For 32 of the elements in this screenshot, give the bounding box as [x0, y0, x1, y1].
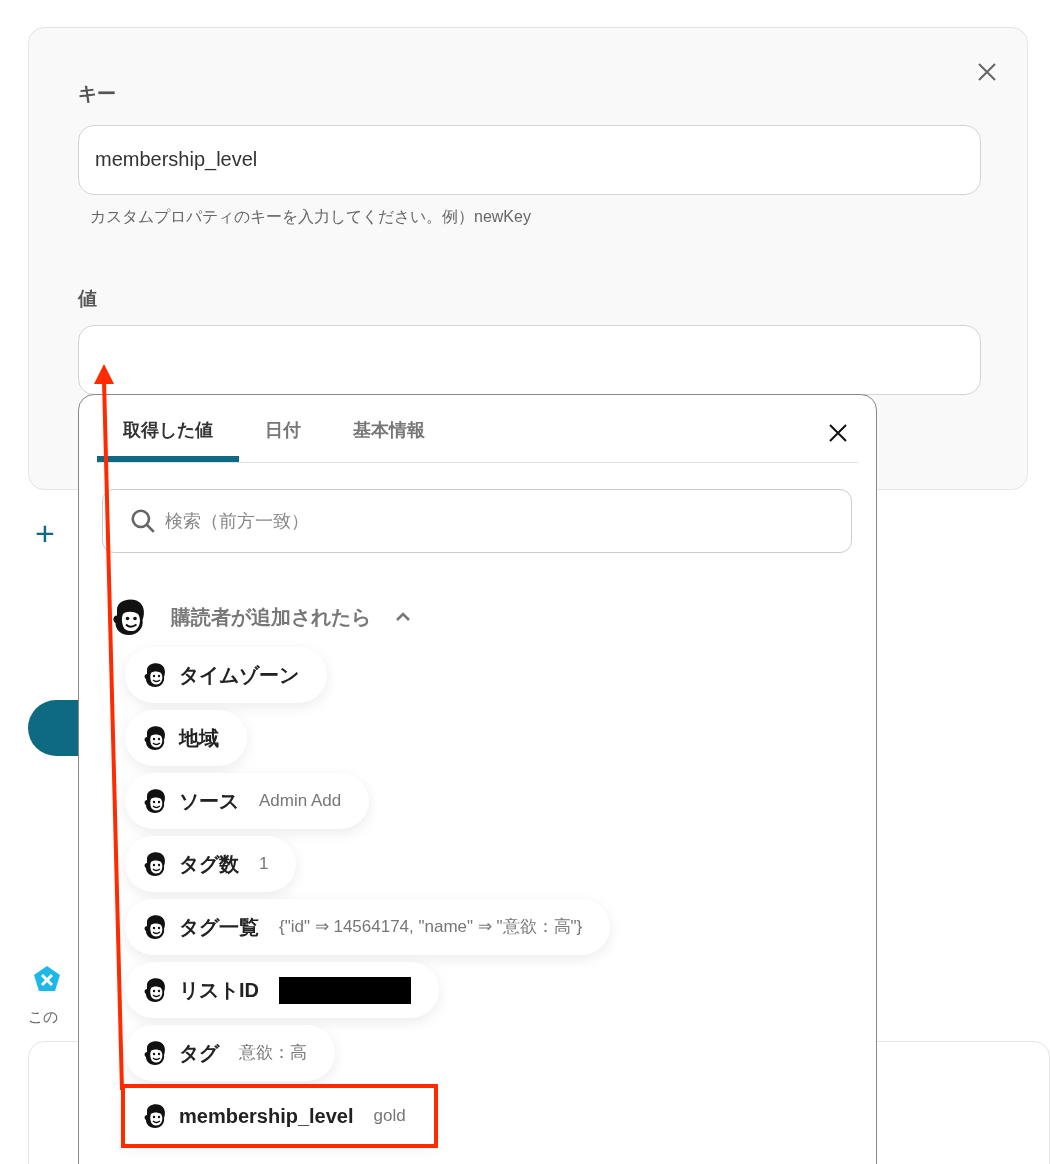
monkey-icon [143, 725, 167, 751]
value-chip[interactable]: タグ一覧 {"id" ⇒ 14564174, "name" ⇒ "意欲：高"} [125, 899, 611, 955]
value-chip[interactable]: タグ 意欲：高 [125, 1025, 335, 1081]
monkey-icon [143, 914, 167, 940]
value-chip[interactable]: タグ数 1 [125, 836, 297, 892]
monkey-icon [111, 597, 147, 637]
chevron-up-icon[interactable] [395, 612, 411, 622]
monkey-icon [143, 788, 167, 814]
key-field[interactable]: membership_level [78, 124, 981, 195]
value-chip[interactable]: タイムゾーン [125, 647, 327, 703]
primary-button[interactable] [28, 700, 78, 756]
value-chip[interactable]: ソース Admin Add [125, 773, 370, 829]
field-label: 値 [78, 286, 97, 311]
tab[interactable]: 日付 [239, 394, 327, 462]
monkey-icon [143, 851, 167, 877]
monkey-icon [143, 1103, 167, 1129]
tab[interactable]: 基本情報 [327, 394, 451, 462]
search-field[interactable]: 検索（前方一致） [102, 489, 852, 553]
monkey-icon [143, 977, 167, 1003]
add-button[interactable]: + [34, 516, 56, 550]
value-chip[interactable]: リストID [125, 962, 439, 1018]
tab[interactable]: 取得した値 [97, 394, 239, 462]
logo-icon [32, 964, 62, 994]
help-text: カスタムプロパティのキーを入力してください。例）newKey [90, 206, 531, 227]
search-icon [130, 508, 156, 534]
value-chip[interactable]: 地域 [125, 710, 247, 766]
monkey-icon [143, 1040, 167, 1066]
section-title: 購読者が追加されたら [171, 605, 371, 630]
monkey-icon [143, 662, 167, 688]
note-text: この [28, 1007, 58, 1027]
field-label: キー [78, 82, 116, 106]
value-field[interactable] [78, 325, 981, 395]
